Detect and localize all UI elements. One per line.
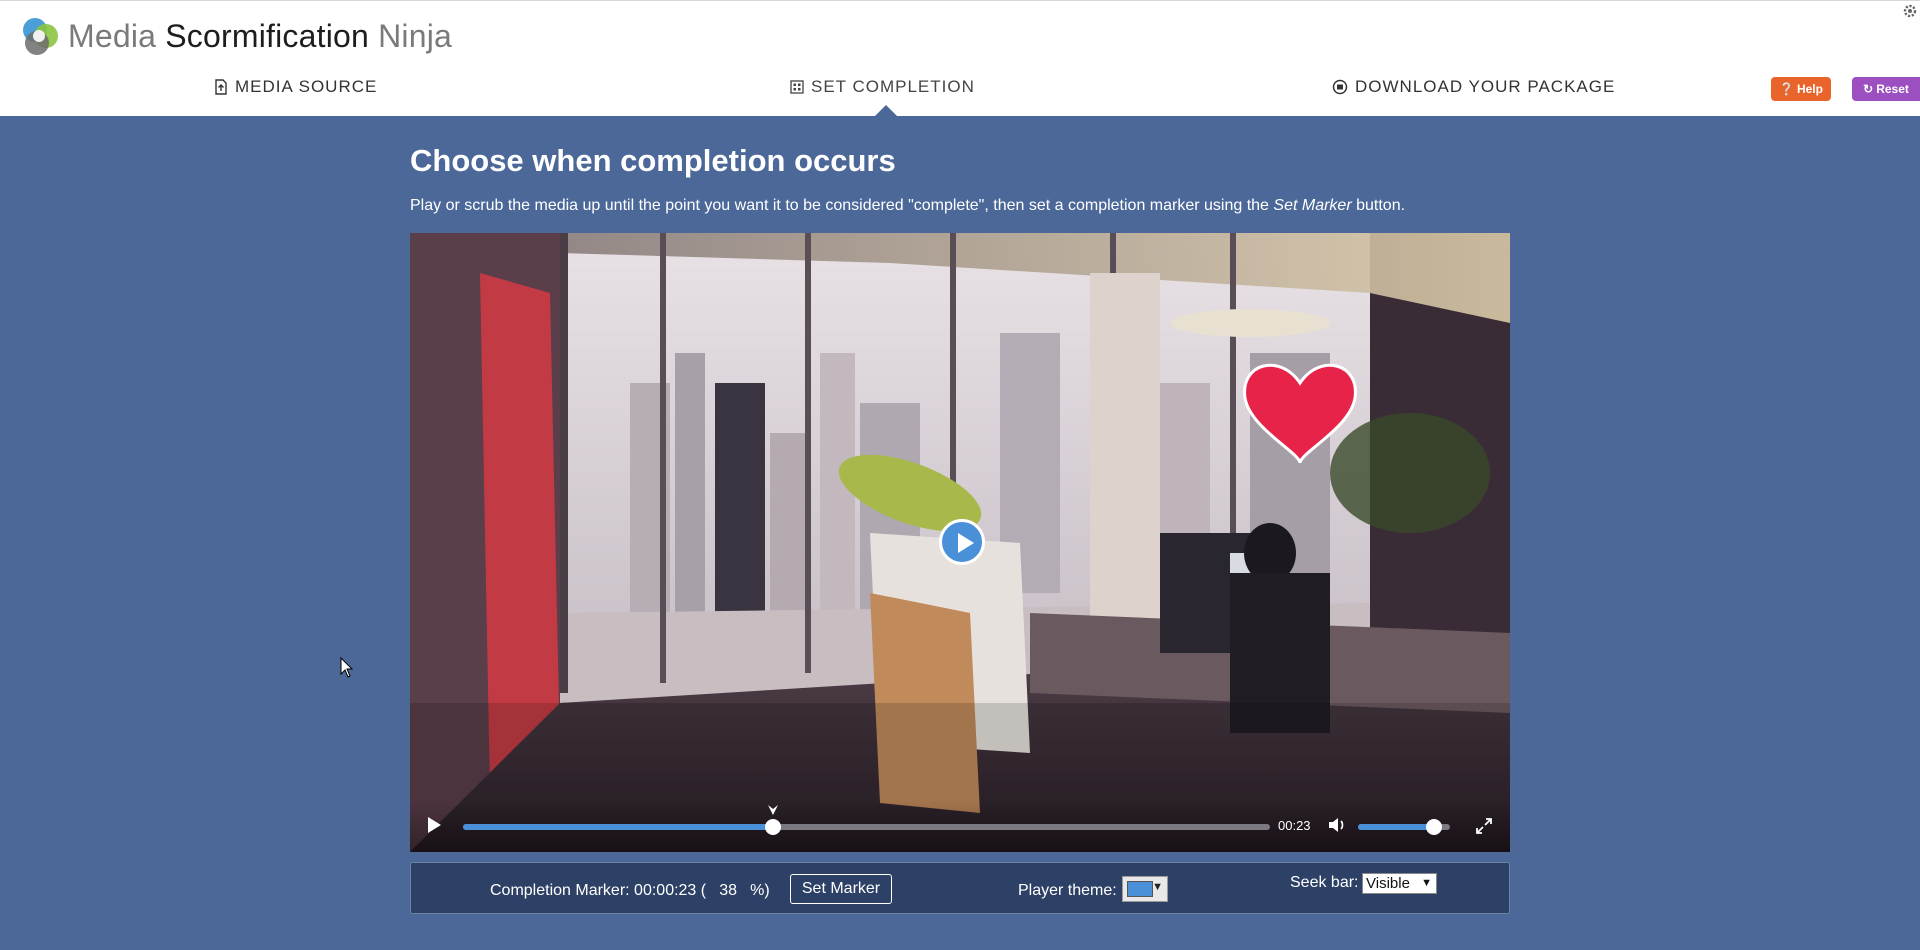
- seek-bar[interactable]: [463, 805, 1270, 835]
- player-theme-label: Player theme:: [1018, 882, 1117, 899]
- help-button[interactable]: ❔ Help: [1771, 77, 1831, 101]
- logo-word-media: Media: [68, 17, 157, 54]
- help-button-label: Help: [1796, 82, 1823, 96]
- reset-button[interactable]: ↻ Reset: [1852, 77, 1920, 101]
- logo-mark-icon: [23, 18, 58, 55]
- seek-progress: [463, 824, 773, 830]
- completion-percent-input[interactable]: [708, 880, 749, 902]
- completion-marker-label: Completion Marker: 00:00:23 ( %): [490, 880, 770, 902]
- tab-download-package[interactable]: DOWNLOAD YOUR PACKAGE: [1332, 75, 1615, 99]
- tab-media-source-label: MEDIA SOURCE: [235, 77, 378, 96]
- completion-panel: Completion Marker: 00:00:23 ( %) Set Mar…: [410, 862, 1510, 914]
- player-controls: 00:23: [410, 800, 1510, 852]
- chevron-down-icon: ▼: [1421, 877, 1432, 889]
- instructions-emphasis: Set Marker: [1273, 197, 1352, 214]
- logo-word-ninja: Ninja: [378, 17, 453, 54]
- grid-icon: [790, 80, 804, 94]
- page-title: Choose when completion occurs: [410, 143, 896, 178]
- big-play-button[interactable]: [939, 519, 985, 565]
- completion-marker-prefix: Completion Marker: 00:00:23 (: [490, 882, 707, 899]
- upload-file-icon: [215, 79, 227, 95]
- seek-bar-value: Visible: [1366, 875, 1410, 892]
- logo-word-scormification: Scormification: [165, 17, 370, 54]
- chevron-down-icon: ▼: [1152, 881, 1163, 893]
- fullscreen-icon[interactable]: [1475, 817, 1493, 835]
- download-circle-icon: [1332, 79, 1348, 95]
- volume-handle[interactable]: [1426, 819, 1443, 835]
- tab-set-completion-label: SET COMPLETION: [811, 77, 975, 96]
- mouse-cursor-icon: [340, 657, 354, 678]
- current-time: 00:23: [1278, 818, 1311, 833]
- volume-level: [1358, 824, 1435, 830]
- seek-handle[interactable]: [764, 819, 781, 835]
- reset-button-label: Reset: [1876, 82, 1909, 96]
- reset-icon: ↻: [1863, 82, 1874, 96]
- player-theme-picker[interactable]: ▼: [1122, 876, 1168, 902]
- instructions-text: Play or scrub the media up until the poi…: [410, 197, 1405, 215]
- instructions-pre: Play or scrub the media up until the poi…: [410, 197, 1269, 214]
- help-icon: ❔: [1779, 82, 1794, 96]
- app-logo: Media Scormification Ninja: [18, 13, 452, 59]
- completion-marker-suffix: %): [750, 882, 770, 899]
- active-tab-caret: [874, 105, 898, 117]
- set-marker-button[interactable]: Set Marker: [790, 874, 892, 904]
- volume-icon[interactable]: [1328, 817, 1346, 833]
- volume-slider[interactable]: [1358, 819, 1450, 835]
- app-title: Media Scormification Ninja: [68, 18, 452, 55]
- tab-media-source[interactable]: MEDIA SOURCE: [214, 75, 377, 99]
- video-player[interactable]: 00:23: [410, 233, 1510, 852]
- play-icon[interactable]: [426, 816, 442, 834]
- seek-bar-select[interactable]: Visible ▼: [1362, 873, 1437, 894]
- app-header: Media Scormification Ninja MEDIA SOURCE …: [0, 0, 1920, 117]
- instructions-post: button.: [1356, 197, 1406, 214]
- seek-bar-label: Seek bar:: [1290, 874, 1359, 891]
- completion-marker-icon: [767, 805, 778, 815]
- gear-icon[interactable]: [1902, 3, 1918, 19]
- tab-set-completion[interactable]: SET COMPLETION: [790, 75, 975, 99]
- tab-download-package-label: DOWNLOAD YOUR PACKAGE: [1355, 77, 1616, 96]
- theme-color-swatch: [1127, 881, 1153, 897]
